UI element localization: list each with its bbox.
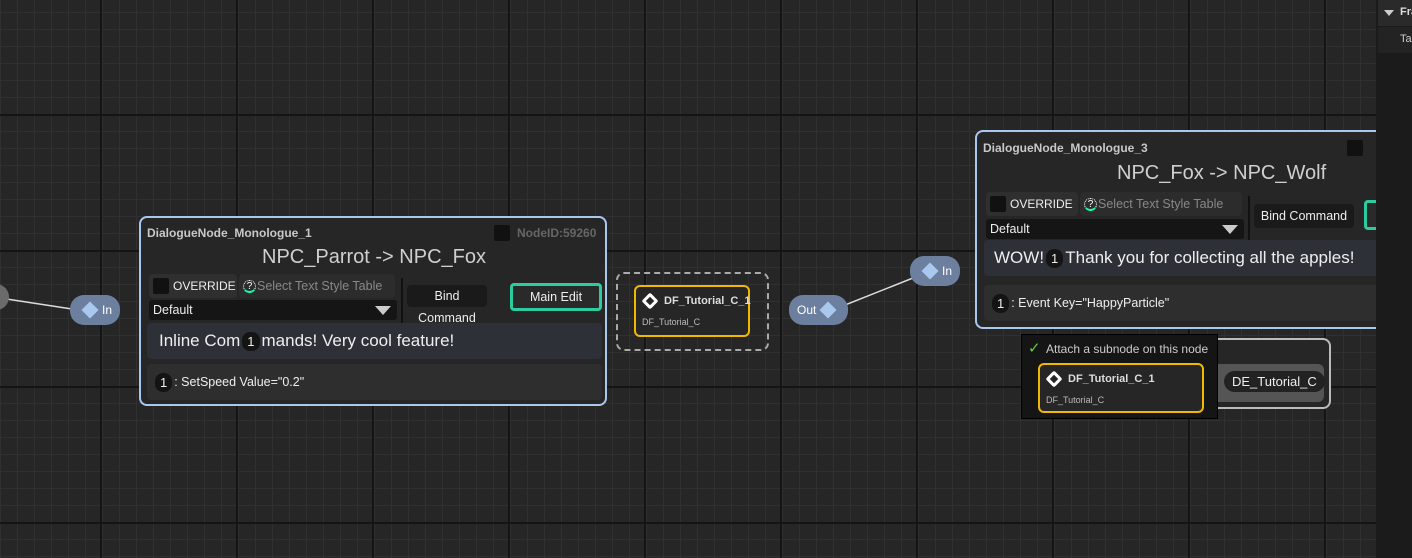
dialogue-text[interactable]: WOW! 1 Thank you for collecting all the ap… [984, 240, 1395, 276]
help-icon: ? [1084, 197, 1097, 211]
subnode-df-tutorial[interactable]: DF_Tutorial_C_1 DF_Tutorial_C [634, 285, 751, 337]
pin-label: In [102, 303, 113, 317]
inline-command-marker[interactable]: 1 [242, 331, 260, 351]
text-segment: Thank you for collecting all the apples! [1065, 248, 1355, 267]
node1-in-pin[interactable]: In [70, 295, 121, 325]
pin-label: In [942, 264, 953, 278]
drag-tooltip: ✓ Attach a subnode on this node DF_Tutor… [1021, 334, 1218, 419]
text-style-table-picker[interactable]: ? Select Text Style Table [239, 274, 395, 298]
command-text: : SetSpeed Value="0.2" [174, 375, 305, 389]
speaker-label: NPC_Parrot -> NPC_Fox [262, 246, 486, 268]
command-index: 1 [992, 293, 1010, 313]
node-id: NodeID:59260 [517, 226, 597, 240]
text-segment: WOW! [994, 248, 1045, 267]
style-dropdown[interactable]: Default [149, 300, 397, 320]
exec-diamond-icon [921, 262, 939, 280]
target-label: DE_Tutorial_C [1224, 371, 1325, 392]
exec-diamond-icon [819, 301, 837, 319]
dialogue-node-3[interactable]: DialogueNode_Monologue_3 NPC_Fox -> NPC_… [975, 130, 1395, 329]
out-pin[interactable]: Out [789, 295, 849, 325]
inline-command-marker[interactable]: 1 [1046, 248, 1064, 268]
exec-diamond-icon [81, 301, 99, 319]
dropdown-value: Default [153, 303, 193, 317]
dragged-subnode[interactable]: DF_Tutorial_C_1 DF_Tutorial_C [1038, 363, 1204, 413]
divider [1248, 196, 1250, 244]
command-text: : Event Key="HappyParticle" [1011, 296, 1170, 310]
command-row[interactable]: 1: Event Key="HappyParticle" [984, 285, 1395, 321]
dialogue-text[interactable]: Inline Com 1 mands! Very cool feature! [147, 323, 602, 359]
text-style-table-picker[interactable]: ? Select Text Style Table [1080, 192, 1242, 216]
subnode-target[interactable]: DE_Tutorial_C [1200, 338, 1331, 409]
speaker-label: NPC_Fox -> NPC_Wolf [1117, 162, 1327, 184]
bind-command-button[interactable]: Bind Command [407, 285, 487, 325]
main-edit-button[interactable]: Main Edit [510, 283, 602, 311]
panel-row[interactable]: Ta [1378, 27, 1412, 53]
override-label: OVERRIDE [1010, 197, 1073, 211]
dialogue-node-1[interactable]: DialogueNode_Monologue_1 NodeID:59260 NP… [139, 216, 607, 406]
override-toggle[interactable]: OVERRIDE [986, 192, 1078, 216]
text-segment: mands! Very cool feature! [261, 331, 455, 350]
text-segment: Inline Com [159, 331, 241, 350]
node-title: DialogueNode_Monologue_3 [983, 141, 1148, 155]
style-dropdown[interactable]: Default [986, 219, 1244, 239]
off-screen-pin[interactable] [0, 284, 9, 310]
subnode-title: DF_Tutorial_C_1 [1068, 373, 1155, 385]
override-checkbox[interactable] [153, 278, 169, 294]
panel-header-label: Fra [1400, 6, 1412, 18]
checkmark-icon: ✓ [1028, 340, 1041, 357]
collapse-arrow-icon[interactable] [1384, 10, 1394, 16]
command-row[interactable]: 1: SetSpeed Value="0.2" [147, 364, 602, 400]
override-toggle[interactable]: OVERRIDE [149, 274, 237, 298]
panel-row-label: Ta [1400, 33, 1412, 45]
command-index: 1 [155, 372, 173, 392]
style-table-label: Select Text Style Table [257, 279, 383, 293]
dropdown-arrow-icon [1222, 225, 1238, 234]
node3-in-pin[interactable]: In [910, 256, 961, 286]
subnode-icon [641, 292, 659, 310]
override-label: OVERRIDE [173, 279, 236, 293]
node-checkbox[interactable] [494, 225, 510, 241]
panel-header[interactable]: Fra [1378, 0, 1412, 26]
dropdown-arrow-icon [375, 306, 391, 315]
override-checkbox[interactable] [990, 196, 1006, 212]
dropdown-value: Default [990, 222, 1030, 236]
divider [401, 278, 403, 326]
style-table-label: Select Text Style Table [1098, 197, 1224, 211]
tooltip-text: Attach a subnode on this node [1046, 342, 1209, 356]
help-icon: ? [243, 279, 256, 293]
subnode-class: DF_Tutorial_C [642, 317, 701, 327]
node-title: DialogueNode_Monologue_1 [147, 226, 312, 240]
subnode-title: DF_Tutorial_C_1 [664, 295, 751, 307]
subnode-icon [1045, 370, 1063, 388]
details-panel: Fra Ta [1376, 0, 1412, 558]
subnode-class: DF_Tutorial_C [1046, 395, 1105, 405]
bind-command-button[interactable]: Bind Command [1254, 204, 1354, 228]
node-checkbox[interactable] [1347, 140, 1363, 156]
pin-label: Out [797, 303, 817, 317]
